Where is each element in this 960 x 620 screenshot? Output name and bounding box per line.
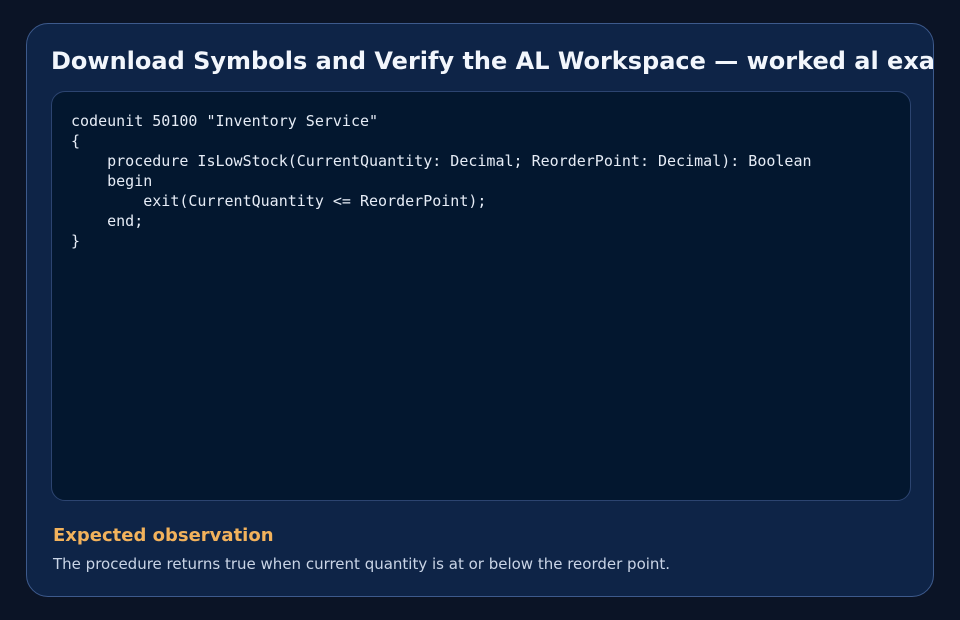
code-line: end; [71,212,144,230]
example-card: Download Symbols and Verify the AL Works… [26,23,934,597]
observation-heading: Expected observation [53,525,274,546]
code-line: exit(CurrentQuantity <= ReorderPoint); [71,192,487,210]
code-line: begin [71,172,153,190]
observation-text: The procedure returns true when current … [53,555,671,573]
code-line: { [71,132,81,150]
code-block: codeunit 50100 "Inventory Service" { pro… [51,91,911,501]
page-title: Download Symbols and Verify the AL Works… [51,47,934,75]
code-line: procedure IsLowStock(CurrentQuantity: De… [71,152,812,170]
code-line: codeunit 50100 "Inventory Service" [71,112,379,130]
code-text: codeunit 50100 "Inventory Service" { pro… [71,111,891,251]
code-line: } [71,232,81,250]
